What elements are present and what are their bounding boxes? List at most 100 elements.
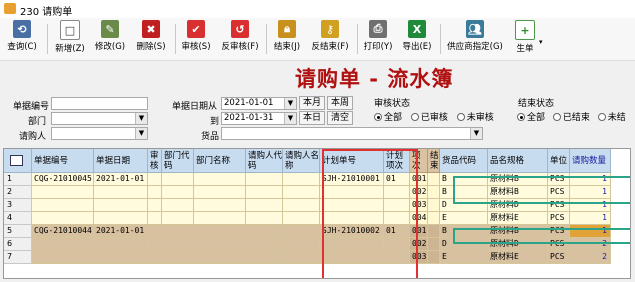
table-cell[interactable] (384, 186, 410, 199)
row-number[interactable]: 5 (4, 225, 32, 238)
chevron-down-icon[interactable]: ▼ (284, 98, 296, 109)
end-all-radio[interactable]: 全部 (517, 113, 545, 123)
table-cell[interactable] (283, 199, 320, 212)
this-week-button[interactable]: 本周 (327, 96, 353, 110)
table-cell[interactable] (94, 212, 148, 225)
col-plan-item[interactable]: 计划项次 (384, 149, 410, 173)
col-goods-code[interactable]: 货品代码 (440, 149, 488, 173)
chevron-down-icon[interactable]: ▼ (135, 128, 147, 139)
table-cell[interactable] (194, 212, 246, 225)
col-plan-no[interactable]: 计划单号 (320, 149, 384, 173)
table-cell[interactable]: B (440, 186, 488, 199)
table-cell[interactable]: 1 (570, 225, 611, 238)
table-cell[interactable] (32, 251, 94, 264)
audit-all-radio[interactable]: 全部 (374, 113, 402, 123)
table-cell[interactable] (148, 225, 162, 238)
table-cell[interactable] (428, 173, 440, 186)
table-cell[interactable]: PCS (548, 199, 570, 212)
date-to-input[interactable]: 2021-01-31 ▼ (221, 112, 297, 125)
table-cell[interactable] (384, 238, 410, 251)
table-cell[interactable] (194, 225, 246, 238)
table-cell[interactable]: PCS (548, 212, 570, 225)
table-cell[interactable] (194, 251, 246, 264)
table-cell[interactable]: 001 (410, 225, 428, 238)
table-cell[interactable] (246, 251, 283, 264)
table-cell[interactable]: CQG-21010044 (32, 225, 94, 238)
table-cell[interactable] (194, 173, 246, 186)
unaudit-button[interactable]: ↺ 反审核(F) (219, 20, 261, 58)
table-cell[interactable]: 1 (570, 212, 611, 225)
today-button[interactable]: 本日 (299, 111, 325, 125)
dept-select[interactable]: ▼ (51, 112, 148, 125)
table-cell[interactable] (94, 238, 148, 251)
table-cell[interactable] (246, 199, 283, 212)
data-grid[interactable]: 单据编号 单据日期 审核 部门代码 部门名称 请购人代码 请购人名称 计划单号 计划项次 项次 结束… (3, 148, 631, 279)
print-button[interactable]: ⎙ 打印(Y) (361, 20, 395, 58)
audit-button[interactable]: ✔ 审核(S) (178, 20, 214, 58)
table-cell[interactable]: E (440, 212, 488, 225)
table-row[interactable]: 3 003 D 原材料D PCS 1 (4, 199, 630, 212)
table-cell[interactable]: 原材料B (488, 186, 548, 199)
table-cell[interactable]: 002 (410, 186, 428, 199)
table-cell[interactable]: PCS (548, 173, 570, 186)
table-cell[interactable] (283, 225, 320, 238)
clear-button[interactable]: 清空 (327, 111, 353, 125)
audit-pending-radio[interactable]: 未审核 (456, 113, 494, 123)
goods-select[interactable]: ▼ (221, 127, 483, 140)
table-row[interactable]: 5 CQG-21010044 2021-01-01 SJH-21010002 01 001… (4, 225, 630, 238)
table-cell[interactable]: D (440, 238, 488, 251)
table-cell[interactable]: 01 (384, 173, 410, 186)
table-cell[interactable]: 003 (410, 251, 428, 264)
table-cell[interactable]: 1 (570, 173, 611, 186)
col-requester-name[interactable]: 请购人名称 (283, 149, 320, 173)
table-cell[interactable] (162, 225, 194, 238)
table-cell[interactable]: PCS (548, 238, 570, 251)
row-number[interactable]: 4 (4, 212, 32, 225)
end-button[interactable]: 🔒︎ 结束(J) (269, 20, 305, 58)
supplier-assign-button[interactable]: 👥︎ 供应商指定(G) (443, 20, 507, 58)
table-cell[interactable] (283, 186, 320, 199)
table-cell[interactable] (194, 186, 246, 199)
table-cell[interactable] (148, 199, 162, 212)
table-cell[interactable] (148, 238, 162, 251)
export-button[interactable]: X 导出(E) (399, 20, 435, 58)
table-cell[interactable] (162, 199, 194, 212)
table-cell[interactable]: SJH-21010001 (320, 173, 384, 186)
table-cell[interactable] (428, 238, 440, 251)
table-cell[interactable]: SJH-21010002 (320, 225, 384, 238)
table-cell[interactable] (94, 186, 148, 199)
table-cell[interactable]: 原材料B (488, 225, 548, 238)
table-cell[interactable]: E (440, 251, 488, 264)
table-cell[interactable] (320, 212, 384, 225)
table-cell[interactable] (246, 212, 283, 225)
table-cell[interactable]: 原材料D (488, 199, 548, 212)
table-cell[interactable] (246, 173, 283, 186)
table-cell[interactable] (283, 251, 320, 264)
table-cell[interactable]: PCS (548, 225, 570, 238)
grid-menu-icon[interactable] (10, 155, 23, 166)
table-cell[interactable] (246, 225, 283, 238)
row-number[interactable]: 6 (4, 238, 32, 251)
col-qty[interactable]: 请购数量 (570, 149, 611, 173)
table-cell[interactable] (32, 186, 94, 199)
table-cell[interactable]: B (440, 173, 488, 186)
requester-select[interactable]: ▼ (51, 127, 148, 140)
table-cell[interactable] (94, 199, 148, 212)
table-cell[interactable] (194, 238, 246, 251)
delete-button[interactable]: ✖ 删除(S) (132, 20, 170, 58)
chevron-down-icon[interactable]: ▼ (135, 113, 147, 124)
table-cell[interactable]: 01 (384, 225, 410, 238)
table-cell[interactable] (94, 251, 148, 264)
table-cell[interactable]: 001 (410, 173, 428, 186)
table-cell[interactable]: 原材料E (488, 212, 548, 225)
table-cell[interactable] (148, 212, 162, 225)
end-done-radio[interactable]: 已结束 (552, 113, 590, 123)
table-cell[interactable] (162, 186, 194, 199)
table-cell[interactable]: 1 (570, 186, 611, 199)
audit-done-radio[interactable]: 已审核 (410, 113, 448, 123)
table-cell[interactable]: 1 (570, 199, 611, 212)
table-cell[interactable] (32, 199, 94, 212)
col-audit[interactable]: 审核 (148, 149, 162, 173)
table-cell[interactable] (194, 199, 246, 212)
table-cell[interactable]: 2 (570, 238, 611, 251)
